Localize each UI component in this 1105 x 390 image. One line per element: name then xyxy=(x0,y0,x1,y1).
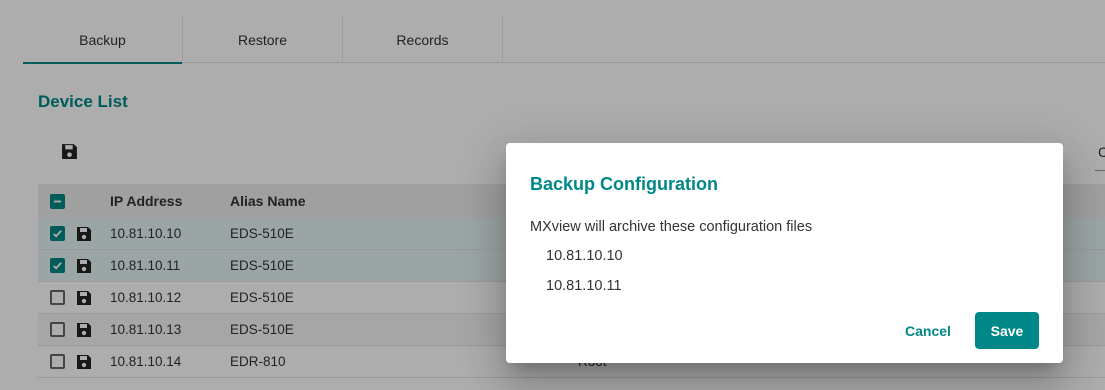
save-button[interactable]: Save xyxy=(975,312,1039,349)
cancel-button[interactable]: Cancel xyxy=(896,313,960,349)
dialog-file-item: 10.81.10.10 xyxy=(546,248,623,264)
dialog-message: MXview will archive these configuration … xyxy=(530,219,813,235)
dialog-title: Backup Configuration xyxy=(530,174,718,194)
dialog-file-item: 10.81.10.11 xyxy=(546,278,622,294)
backup-configuration-dialog: Backup Configuration MXview will archive… xyxy=(506,143,1063,363)
